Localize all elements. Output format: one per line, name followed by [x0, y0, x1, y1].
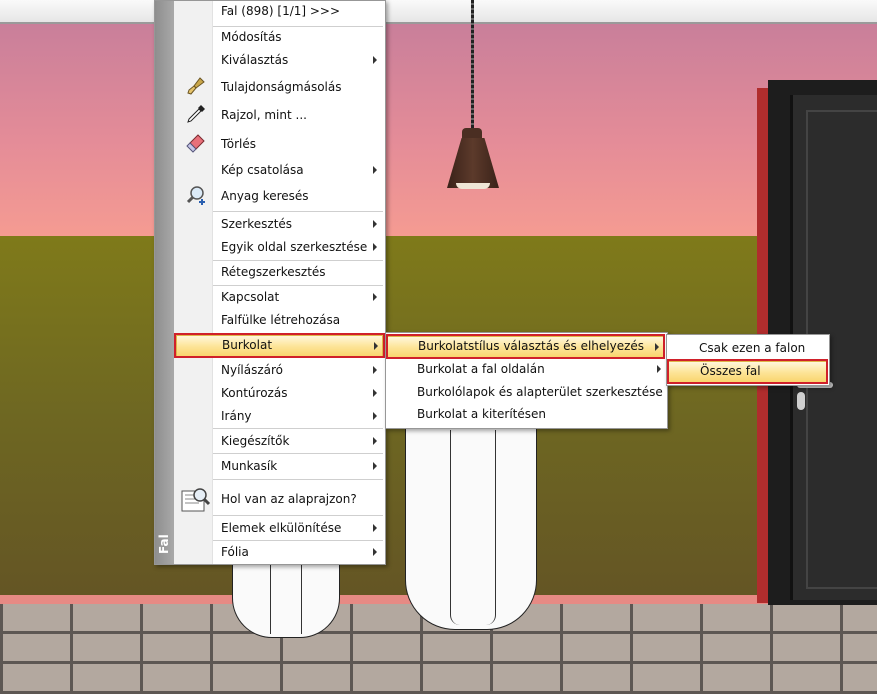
- menu-item-label: Rétegszerkesztés: [221, 265, 326, 279]
- menu-separator: [213, 515, 383, 516]
- submenu-item-burkolat-a-fal-oldalan[interactable]: Burkolat a fal oldalán: [388, 359, 665, 381]
- submenu-arrow-icon: [373, 389, 377, 397]
- menu-item-label: Anyag keresés: [221, 189, 309, 203]
- menu-item-munkasik[interactable]: Munkasík: [177, 456, 381, 478]
- menu-item-konturozas[interactable]: Kontúrozás: [177, 383, 381, 405]
- menu-item-label: Munkasík: [221, 459, 278, 473]
- menu-item-irany[interactable]: Irány: [177, 406, 381, 428]
- menu-item-retegszerkesztes[interactable]: Rétegszerkesztés: [177, 262, 381, 284]
- submenu-arrow-icon: [373, 548, 377, 556]
- submenu-arrow-icon: [373, 220, 377, 228]
- menu-separator: [213, 260, 383, 261]
- menu-item-label: Csak ezen a falon: [699, 341, 806, 355]
- menu-sidebar-title: Fal: [157, 534, 171, 554]
- menu-item-label: Fal (898) [1/1] >>>: [221, 4, 341, 18]
- menu-item-label: Törlés: [221, 137, 257, 151]
- menu-item-label: Nyílászáró: [221, 363, 284, 377]
- submenu-arrow-icon: [373, 524, 377, 532]
- menu-item-label: Hol van az alaprajzon?: [221, 492, 357, 506]
- menu-item-label: Kontúrozás: [221, 386, 288, 400]
- menu-item-label: Elemek elkülönítése: [221, 521, 342, 535]
- menu-item-kivalasztas[interactable]: Kiválasztás: [177, 50, 381, 72]
- menu-item-kapcsolat[interactable]: Kapcsolat: [177, 287, 381, 309]
- menu-item-torles[interactable]: Törlés: [177, 132, 381, 158]
- ceiling: [0, 0, 877, 24]
- menu-item-label: Kiválasztás: [221, 53, 289, 67]
- submenu-arrow-icon: [373, 293, 377, 301]
- context-menu: Fal Fal (898) [1/1] >>> Módosítás Kivála…: [154, 0, 386, 565]
- menu-item-label: Falfülke létrehozása: [221, 313, 341, 327]
- highlight-outline: [667, 359, 828, 384]
- submenu-arrow-icon: [373, 412, 377, 420]
- submenu-item-csak-ezen-a-falon[interactable]: Csak ezen a falon: [669, 338, 827, 360]
- wall-upper: [0, 24, 877, 236]
- lamp-cord: [471, 0, 474, 132]
- menu-item-label: Fólia: [221, 545, 249, 559]
- submenu-item-burkololapok[interactable]: Burkolólapok és alapterület szerkesztése: [388, 382, 665, 404]
- menu-item-label: Egyik oldal szerkesztése: [221, 240, 368, 254]
- menu-item-elemek-elkulonitese[interactable]: Elemek elkülönítése: [177, 518, 381, 540]
- submenu-arrow-icon: [373, 243, 377, 251]
- menu-item-kep-csatolasa[interactable]: Kép csatolása: [177, 160, 381, 182]
- submenu-item-burkolat-a-kiteritesen[interactable]: Burkolat a kiterítésen: [388, 404, 665, 426]
- submenu-arrow-icon: [373, 366, 377, 374]
- menu-separator: [213, 453, 383, 454]
- eyedropper-icon: [185, 103, 207, 125]
- eraser-icon: [185, 132, 207, 154]
- menu-item-label: Kép csatolása: [221, 163, 304, 177]
- lamp-bulb: [456, 183, 490, 189]
- menu-separator: [213, 479, 383, 480]
- menu-item-label: Tulajdonságmásolás: [221, 80, 342, 94]
- menu-item-szerkesztes[interactable]: Szerkesztés: [177, 214, 381, 236]
- menu-item-kiegeszitok[interactable]: Kiegészítők: [177, 431, 381, 453]
- menu-item-tulajdonsagmasolas[interactable]: Tulajdonságmásolás: [177, 75, 381, 101]
- menu-item-egyik-oldal-szerkesztese[interactable]: Egyik oldal szerkesztése: [177, 237, 381, 259]
- highlight-outline: [174, 333, 385, 358]
- submenu-burkolat: Burkolatstílus választás és elhelyezés B…: [385, 332, 668, 429]
- menu-item-label: Kapcsolat: [221, 290, 280, 304]
- submenu-arrow-icon: [373, 437, 377, 445]
- menu-item-modositas[interactable]: Módosítás: [177, 27, 381, 49]
- menu-item-label: Burkolat a kiterítésen: [417, 407, 546, 421]
- menu-item-rajzol-mint[interactable]: Rajzol, mint ...: [177, 103, 381, 129]
- highlight-outline: [386, 334, 665, 359]
- menu-sidebar: Fal: [155, 1, 174, 564]
- door-lock: [797, 392, 805, 410]
- menu-separator: [213, 211, 383, 212]
- menu-item-label: Szerkesztés: [221, 217, 293, 231]
- submenu-arrow-icon: [373, 462, 377, 470]
- submenu-arrow-icon: [657, 365, 661, 373]
- menu-item-nyilaszaro[interactable]: Nyílászáró: [177, 360, 381, 382]
- menu-item-label: Burkolólapok és alapterület szerkesztése: [417, 385, 663, 399]
- menu-item-label: Irány: [221, 409, 252, 423]
- submenu-arrow-icon: [373, 166, 377, 174]
- floorplan-search-icon: [181, 485, 211, 513]
- menu-item-label: Kiegészítők: [221, 434, 290, 448]
- submenu-burkolatstilus: Csak ezen a falon Összes fal: [666, 334, 830, 386]
- menu-separator: [213, 428, 383, 429]
- vase-detail: [270, 562, 302, 634]
- menu-item-falfulke-letrehozasa[interactable]: Falfülke létrehozása: [177, 310, 381, 332]
- vase-detail: [450, 430, 496, 625]
- menu-item-label: Rajzol, mint ...: [221, 108, 307, 122]
- menu-item-label: Burkolat a fal oldalán: [417, 362, 545, 376]
- menu-item-label: Módosítás: [221, 30, 282, 44]
- menu-item-folia[interactable]: Fólia: [177, 542, 381, 564]
- menu-item-hol-van-az-alaprajzon[interactable]: Hol van az alaprajzon?: [177, 484, 381, 514]
- paintbrush-icon: [185, 75, 207, 97]
- menu-separator: [213, 285, 383, 286]
- menu-item-anyag-kereses[interactable]: Anyag keresés: [177, 184, 381, 210]
- menu-separator: [213, 540, 383, 541]
- menu-item-fal-header[interactable]: Fal (898) [1/1] >>>: [177, 1, 381, 23]
- magnifier-plus-icon: [185, 184, 207, 206]
- submenu-arrow-icon: [373, 56, 377, 64]
